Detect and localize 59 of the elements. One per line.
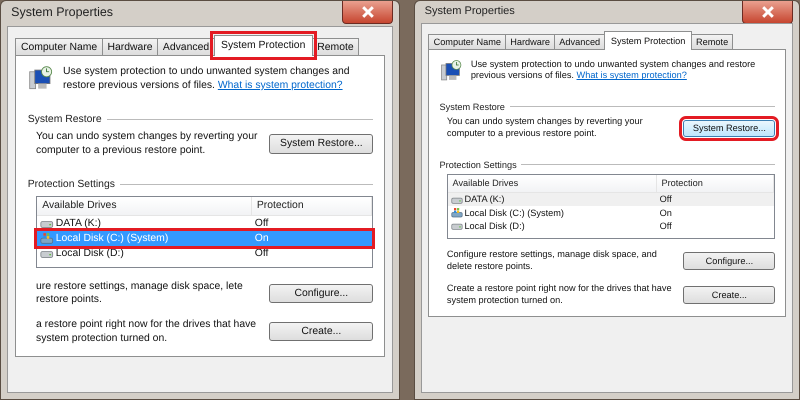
drive-icon (40, 218, 54, 228)
drive-icon (450, 194, 463, 204)
close-button[interactable] (342, 1, 393, 24)
configure-button[interactable]: Configure... (683, 252, 776, 270)
section-heading: Protection Settings (28, 179, 115, 190)
create-button[interactable]: Create... (269, 322, 374, 342)
window-title: System Properties (11, 5, 114, 20)
section-heading: Protection Settings (440, 160, 517, 170)
tab[interactable]: Hardware (505, 34, 556, 50)
drive-name: Local Disk (C:) (System) (56, 232, 168, 244)
description-text: ure restore settings, manage disk space, lete restore points. (36, 280, 244, 307)
column-header[interactable]: Available Drives (37, 196, 252, 215)
drive-name: Local Disk (D:) (464, 220, 525, 231)
help-link[interactable]: What is system protection? (576, 70, 687, 80)
tab[interactable]: Computer Name (15, 38, 103, 56)
help-link[interactable]: What is system protection? (218, 80, 343, 91)
drive-name: DATA (K:) (56, 218, 101, 229)
create-button[interactable]: Create... (683, 286, 776, 304)
intro-text: Use system protection to undo unwanted system changes and restore previous versions of files. What is system protection? (63, 65, 351, 92)
protection-status: On (254, 232, 269, 244)
close-icon (362, 6, 374, 18)
tab[interactable]: Advanced (554, 34, 606, 50)
protection-status: Off (660, 194, 672, 204)
column-header[interactable]: Available Drives (448, 175, 657, 192)
system-drive-icon (450, 207, 463, 218)
drive-name: Local Disk (C:) (System) (464, 208, 564, 218)
protection-status: Off (254, 218, 268, 229)
system-drive-icon (40, 232, 54, 245)
description-text: You can undo system changes by reverting your computer to a previous restore point. (446, 116, 644, 140)
description-text: Configure restore settings, manage disk space, and delete restore points. (446, 249, 658, 274)
protection-status: Off (660, 220, 672, 231)
drive-row[interactable]: Local Disk (D:) Off (448, 219, 774, 233)
section-heading: System Restore (28, 114, 102, 126)
drive-name: Local Disk (D:) (56, 248, 124, 259)
tab[interactable]: Remote (690, 34, 734, 50)
system-restore-button[interactable]: System Restore... (269, 134, 374, 154)
drive-row[interactable]: Local Disk (C:) (System) On (448, 206, 774, 220)
tab[interactable]: Hardware (102, 38, 158, 56)
description-text: Create a restore point right now for the drives that have system protection turned on. (446, 283, 673, 308)
intro-text: Use system protection to undo unwanted system changes and restore previous versions of files. What is system protection? (470, 58, 756, 82)
protection-status: On (660, 208, 672, 218)
drive-icon (450, 221, 463, 230)
tab[interactable]: Computer Name (428, 34, 506, 50)
drive-row[interactable]: DATA (K:) Off (448, 192, 774, 206)
column-header[interactable]: Protection (656, 175, 774, 192)
drive-icon (40, 248, 54, 259)
configure-button[interactable]: Configure... (269, 284, 374, 303)
tab[interactable]: Advanced (157, 38, 215, 56)
drive-name: DATA (K:) (464, 194, 504, 204)
column-header[interactable]: Protection (252, 196, 372, 215)
drive-row[interactable]: DATA (K:) Off (37, 216, 372, 231)
window-title: System Properties (424, 4, 515, 17)
tab[interactable]: System Protection (604, 31, 692, 50)
section-heading: System Restore (440, 102, 505, 112)
close-button[interactable] (742, 1, 793, 24)
computer-restore-icon (440, 58, 464, 82)
description-text: a restore point right now for the drives that have system protection turned on. (36, 318, 258, 346)
description-text: You can undo system changes by reverting your computer to a previous restore point. (36, 130, 258, 158)
close-icon (762, 6, 774, 18)
